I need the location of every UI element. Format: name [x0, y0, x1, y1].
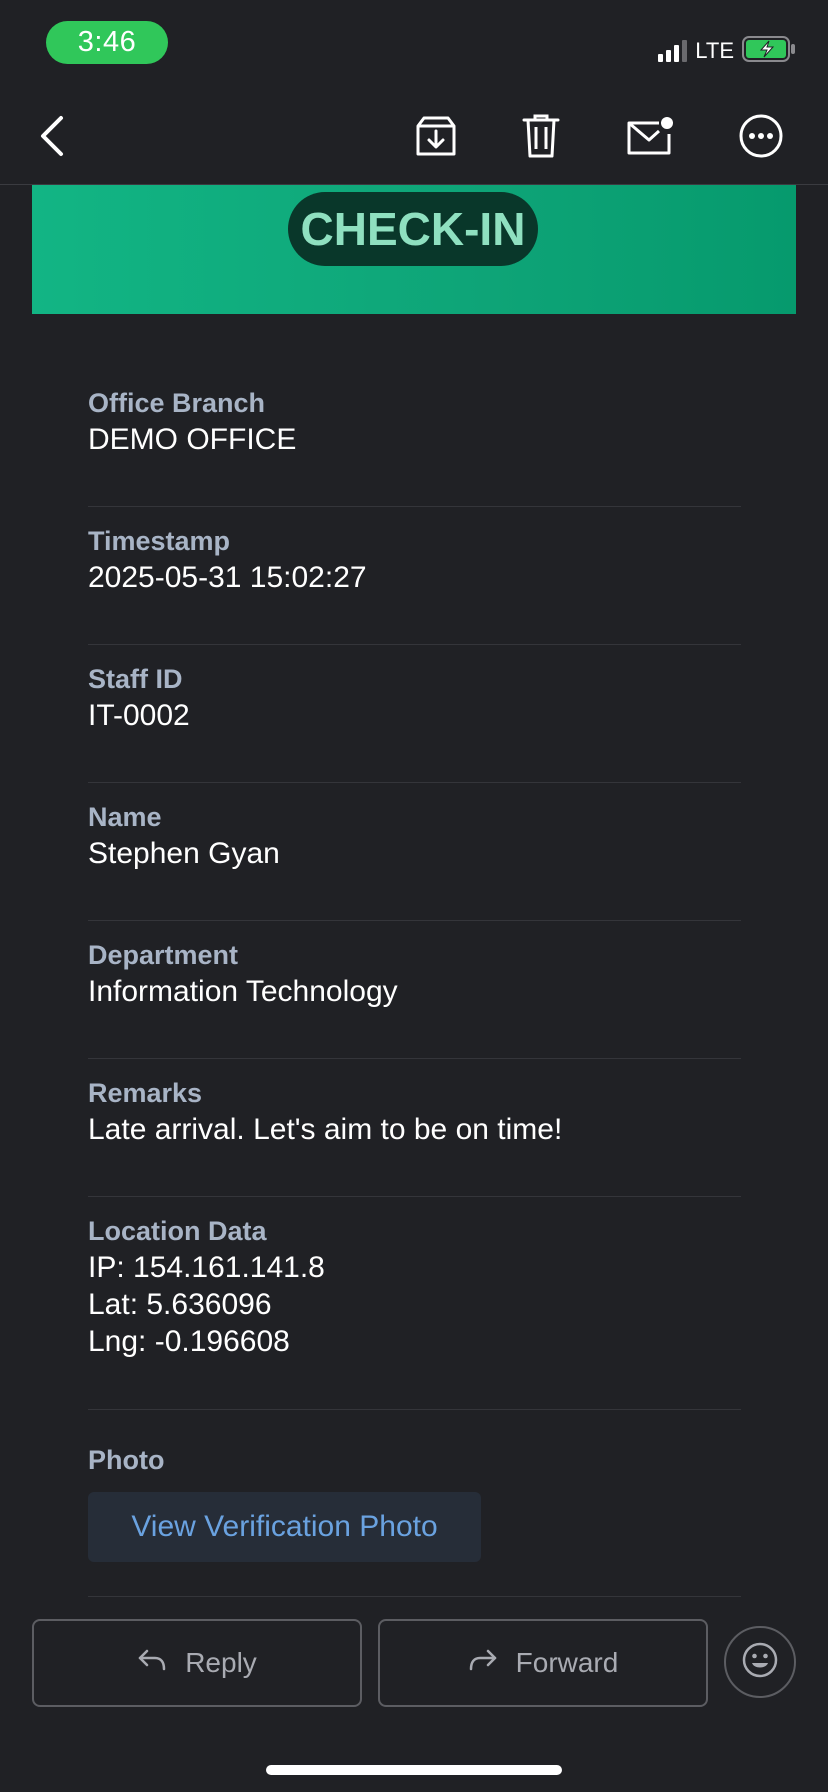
signal-icon	[658, 40, 688, 62]
message-toolbar	[0, 90, 828, 185]
check-in-badge: CHECK-IN	[288, 192, 538, 266]
battery-charging-icon	[742, 35, 796, 67]
field-timestamp: Timestamp 2025-05-31 15:02:27	[88, 507, 741, 645]
more-button[interactable]	[733, 110, 789, 166]
field-label: Name	[88, 802, 162, 832]
field-office-branch: Office Branch DEMO OFFICE	[88, 385, 741, 507]
field-value[interactable]: Information Technology	[88, 973, 741, 1010]
bottom-action-bar: Reply Forward	[0, 1618, 828, 1708]
home-indicator[interactable]	[266, 1765, 562, 1775]
forward-arrow-icon	[468, 1647, 498, 1679]
network-label: LTE	[695, 38, 734, 63]
status-time[interactable]: 3:46	[46, 21, 168, 64]
mail-unread-icon	[625, 114, 675, 163]
emoji-reaction-button[interactable]	[724, 1626, 796, 1698]
field-label: Office Branch	[88, 388, 266, 418]
forward-label: Forward	[515, 1647, 619, 1678]
chevron-left-icon	[37, 114, 67, 163]
field-label: Timestamp	[88, 526, 231, 556]
field-value[interactable]: IT-0002	[88, 697, 741, 734]
location-ip[interactable]: IP: 154.161.141.8	[88, 1249, 741, 1286]
field-value[interactable]: 2025-05-31 15:02:27	[88, 559, 741, 596]
field-value[interactable]: Stephen Gyan	[88, 835, 741, 872]
more-ellipsis-icon	[738, 113, 784, 164]
field-label: Department	[88, 940, 239, 970]
field-photo: Photo View Verification Photo	[88, 1410, 741, 1597]
trash-icon	[521, 113, 561, 164]
archive-button[interactable]	[408, 110, 464, 166]
reply-arrow-icon	[137, 1647, 167, 1679]
back-button[interactable]	[24, 110, 80, 166]
forward-button[interactable]: Forward	[378, 1619, 708, 1707]
field-staff-id: Staff ID IT-0002	[88, 645, 741, 783]
location-lng[interactable]: Lng: -0.196608	[88, 1323, 741, 1360]
field-value[interactable]: Late arrival. Let's aim to be on time!	[88, 1111, 741, 1148]
field-name: Name Stephen Gyan	[88, 783, 741, 921]
field-value[interactable]: DEMO OFFICE	[88, 421, 741, 458]
field-remarks: Remarks Late arrival. Let's aim to be on…	[88, 1059, 741, 1197]
archive-download-icon	[414, 114, 458, 163]
field-department: Department Information Technology	[88, 921, 741, 1059]
reply-label: Reply	[185, 1647, 257, 1678]
view-verification-photo-button[interactable]: View Verification Photo	[88, 1492, 481, 1562]
status-indicators: LTE	[658, 35, 796, 67]
email-banner: CHECK-IN	[32, 185, 796, 314]
field-location-data: Location Data IP: 154.161.141.8 Lat: 5.6…	[88, 1197, 741, 1410]
location-lat[interactable]: Lat: 5.636096	[88, 1286, 741, 1323]
reply-button[interactable]: Reply	[32, 1619, 362, 1707]
field-label: Location Data	[88, 1216, 267, 1246]
attendance-details: Office Branch DEMO OFFICE Timestamp 2025…	[88, 385, 741, 1597]
smiley-icon	[741, 1641, 779, 1684]
status-bar: 3:46 LTE	[0, 0, 828, 90]
field-label: Photo	[88, 1445, 165, 1475]
field-label: Staff ID	[88, 664, 183, 694]
delete-button[interactable]	[513, 110, 569, 166]
mark-unread-button[interactable]	[622, 110, 678, 166]
field-label: Remarks	[88, 1078, 203, 1108]
